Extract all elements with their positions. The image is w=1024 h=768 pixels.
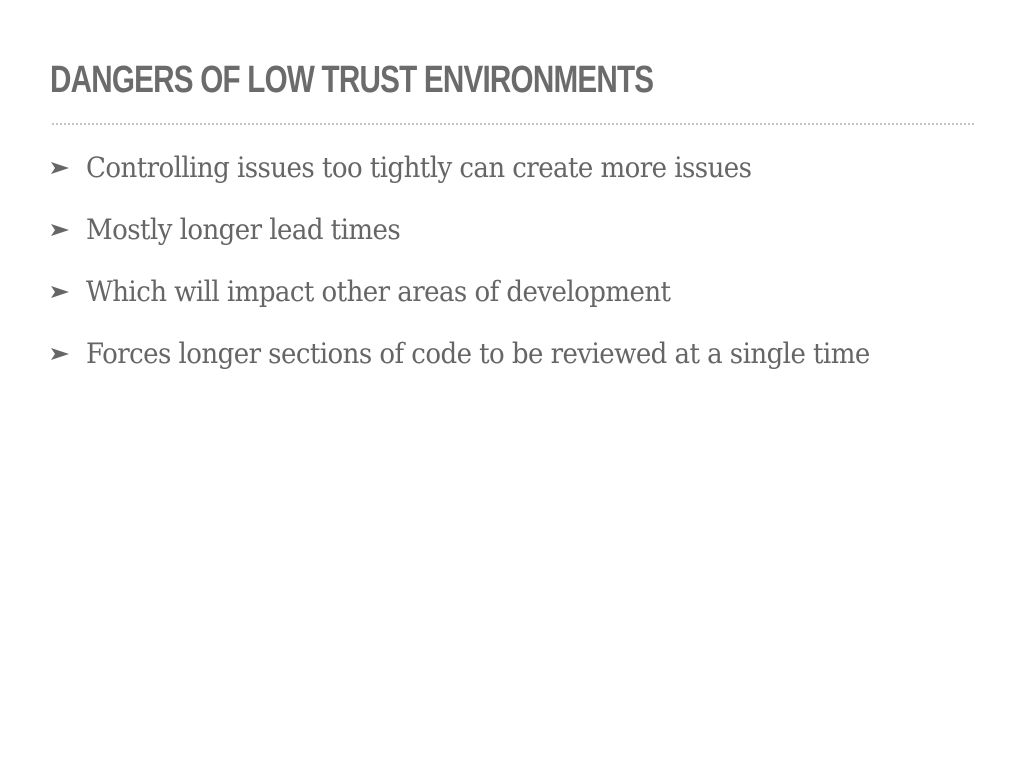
arrowhead-bullet-icon [50,202,86,258]
bullet-text: Forces longer sections of code to be rev… [86,337,870,370]
arrowhead-bullet-icon [50,140,86,196]
slide: DANGERS OF LOW TRUST ENVIRONMENTS Contro… [0,0,1024,768]
bullet-item: Controlling issues too tightly can creat… [50,140,990,202]
slide-title: DANGERS OF LOW TRUST ENVIRONMENTS [50,59,654,101]
bullet-text: Mostly longer lead times [86,213,401,246]
bullet-text: Which will impact other areas of develop… [86,275,671,308]
bullet-text: Controlling issues too tightly can creat… [86,151,752,184]
title-divider [52,123,974,125]
arrowhead-bullet-icon [50,264,86,320]
bullet-list: Controlling issues too tightly can creat… [50,140,990,388]
bullet-item: Mostly longer lead times [50,202,990,264]
arrowhead-bullet-icon [50,326,86,382]
bullet-item: Forces longer sections of code to be rev… [50,326,990,388]
bullet-item: Which will impact other areas of develop… [50,264,990,326]
